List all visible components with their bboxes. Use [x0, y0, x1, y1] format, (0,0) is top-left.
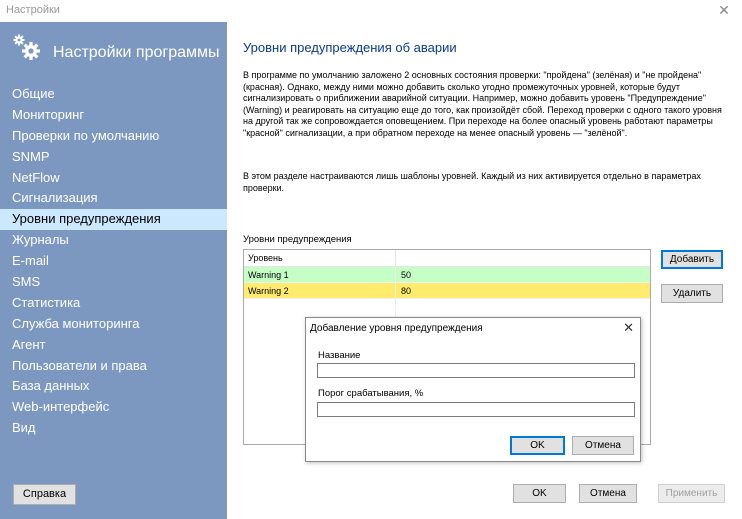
sidebar-item-logs[interactable]: Журналы — [0, 230, 227, 251]
dialog-cancel-button[interactable]: Отмена — [572, 436, 634, 455]
cancel-button[interactable]: Отмена — [579, 484, 637, 503]
column-divider — [395, 250, 396, 266]
table-row[interactable]: Warning 2 80 — [244, 283, 650, 299]
threshold-label: Порог срабатывания, % — [318, 388, 424, 399]
description-note: В этом разделе настраиваются лишь шаблон… — [243, 171, 701, 193]
page-title: Уровни предупреждения об аварии — [243, 40, 457, 55]
sidebar-item-users-rights[interactable]: Пользователи и права — [0, 356, 227, 377]
sidebar-title: Настройки программы — [53, 44, 220, 61]
add-level-dialog: Добавление уровня предупреждения ✕ Назва… — [305, 317, 641, 462]
close-icon[interactable]: ✕ — [716, 2, 732, 18]
sidebar-item-monitoring-service[interactable]: Служба мониторинга — [0, 314, 227, 335]
sidebar-item-snmp[interactable]: SNMP — [0, 147, 227, 168]
table-header: Уровень — [244, 250, 650, 267]
ok-button[interactable]: OK — [513, 484, 566, 503]
sidebar-item-statistics[interactable]: Статистика — [0, 293, 227, 314]
title-bar: Настройки ✕ — [0, 0, 742, 22]
sidebar-item-database[interactable]: База данных — [0, 376, 227, 397]
table-row[interactable]: Warning 1 50 — [244, 267, 650, 283]
help-button[interactable]: Справка — [13, 484, 76, 505]
sidebar-item-sms[interactable]: SMS — [0, 272, 227, 293]
sidebar-item-monitoring[interactable]: Мониторинг — [0, 105, 227, 126]
level-threshold: 50 — [401, 270, 412, 280]
column-header-level[interactable]: Уровень — [248, 253, 283, 263]
sidebar-item-general[interactable]: Общие — [0, 84, 227, 105]
sidebar-item-alerting[interactable]: Сигнализация — [0, 188, 227, 209]
sidebar-item-default-checks[interactable]: Проверки по умолчанию — [0, 126, 227, 147]
delete-level-button[interactable]: Удалить — [661, 284, 723, 303]
sidebar-item-web-interface[interactable]: Web-интерфейс — [0, 397, 227, 418]
sidebar-item-view[interactable]: Вид — [0, 418, 227, 439]
dialog-ok-button[interactable]: OK — [510, 436, 565, 455]
description-text: В программе по умолчанию заложено 2 осно… — [243, 70, 722, 138]
levels-table-label: Уровни предупреждения — [243, 234, 352, 245]
threshold-input[interactable] — [317, 402, 635, 417]
name-input[interactable] — [317, 363, 635, 378]
sidebar-item-warning-levels[interactable]: Уровни предупреждения — [0, 209, 227, 231]
dialog-close-icon[interactable]: ✕ — [623, 320, 634, 336]
sidebar-item-netflow[interactable]: NetFlow — [0, 168, 227, 189]
sidebar-item-agent[interactable]: Агент — [0, 335, 227, 356]
apply-button[interactable]: Применить — [658, 484, 725, 503]
window-title: Настройки — [6, 4, 60, 16]
gears-icon — [13, 34, 40, 60]
sidebar: Настройки программы Общие Мониторинг Про… — [0, 22, 227, 519]
sidebar-header: Настройки программы — [12, 32, 222, 72]
sidebar-item-email[interactable]: E-mail — [0, 251, 227, 272]
dialog-title: Добавление уровня предупреждения — [310, 323, 483, 334]
level-name: Warning 1 — [248, 270, 289, 280]
level-name: Warning 2 — [248, 286, 289, 296]
sidebar-nav: Общие Мониторинг Проверки по умолчанию S… — [0, 84, 227, 439]
name-label: Название — [318, 350, 361, 361]
add-level-button[interactable]: Добавить — [661, 250, 723, 269]
level-threshold: 80 — [401, 286, 412, 296]
